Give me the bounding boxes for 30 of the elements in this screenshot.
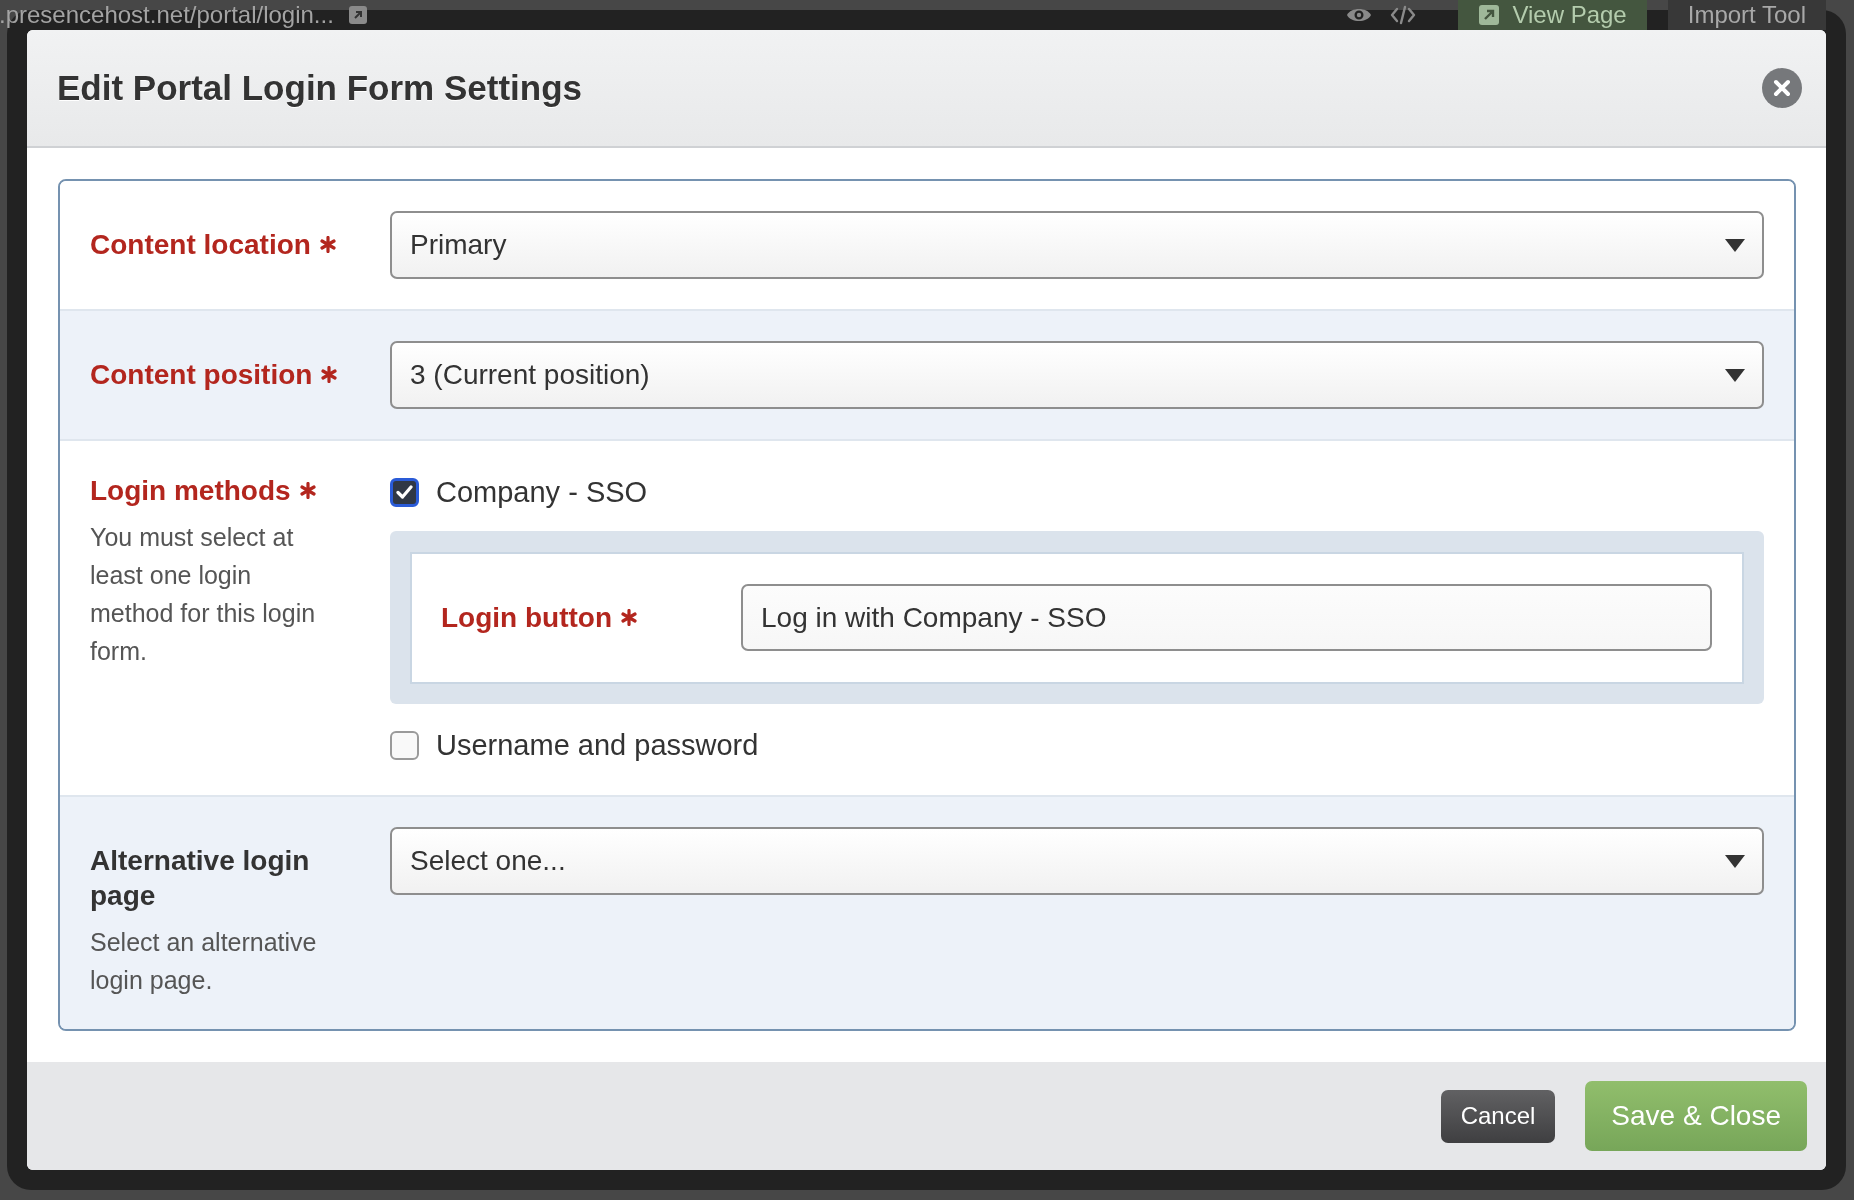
toolbar-button[interactable]: Import Tool <box>1667 0 1826 30</box>
help-text: You must select at least one login method for this login form. <box>90 522 317 667</box>
select-field[interactable]: Primary <box>390 211 1764 279</box>
checkbox-label: Company - SSO <box>436 475 648 509</box>
field-label: Content position <box>90 359 313 390</box>
close-icon <box>1762 68 1802 108</box>
help-text: Select an alternative login page. <box>90 927 318 996</box>
address-text: .presencehost.net/portal/login... <box>0 0 334 30</box>
eye-icon[interactable] <box>1346 6 1373 24</box>
text-field[interactable]: Log in with Company - SSO <box>741 584 1712 651</box>
cancel-button[interactable]: Cancel <box>1440 1089 1556 1143</box>
toolbar-button[interactable]: View Page <box>1458 0 1647 30</box>
caret-icon <box>1725 854 1745 868</box>
caret-icon <box>1725 238 1745 252</box>
field-label: Login button <box>441 602 613 633</box>
checkbox[interactable] <box>390 477 419 507</box>
close-button[interactable] <box>1762 68 1802 108</box>
field-label: Login methods <box>90 475 291 506</box>
field-label: Content location <box>90 229 311 260</box>
checkbox[interactable] <box>390 730 419 760</box>
external-link-icon <box>347 5 368 25</box>
select-field[interactable]: 3 (Current position) <box>390 341 1764 409</box>
checkmark-icon <box>396 485 413 499</box>
dialog-title: Edit Portal Login Form Settings <box>57 68 582 108</box>
code-icon[interactable] <box>1390 5 1417 25</box>
checkbox-label: Username and password <box>436 728 759 762</box>
external-link-icon <box>1478 4 1501 26</box>
select-field[interactable]: Select one... <box>390 827 1764 895</box>
field-label: Alternative login page <box>90 845 310 911</box>
caret-icon <box>1725 368 1745 382</box>
